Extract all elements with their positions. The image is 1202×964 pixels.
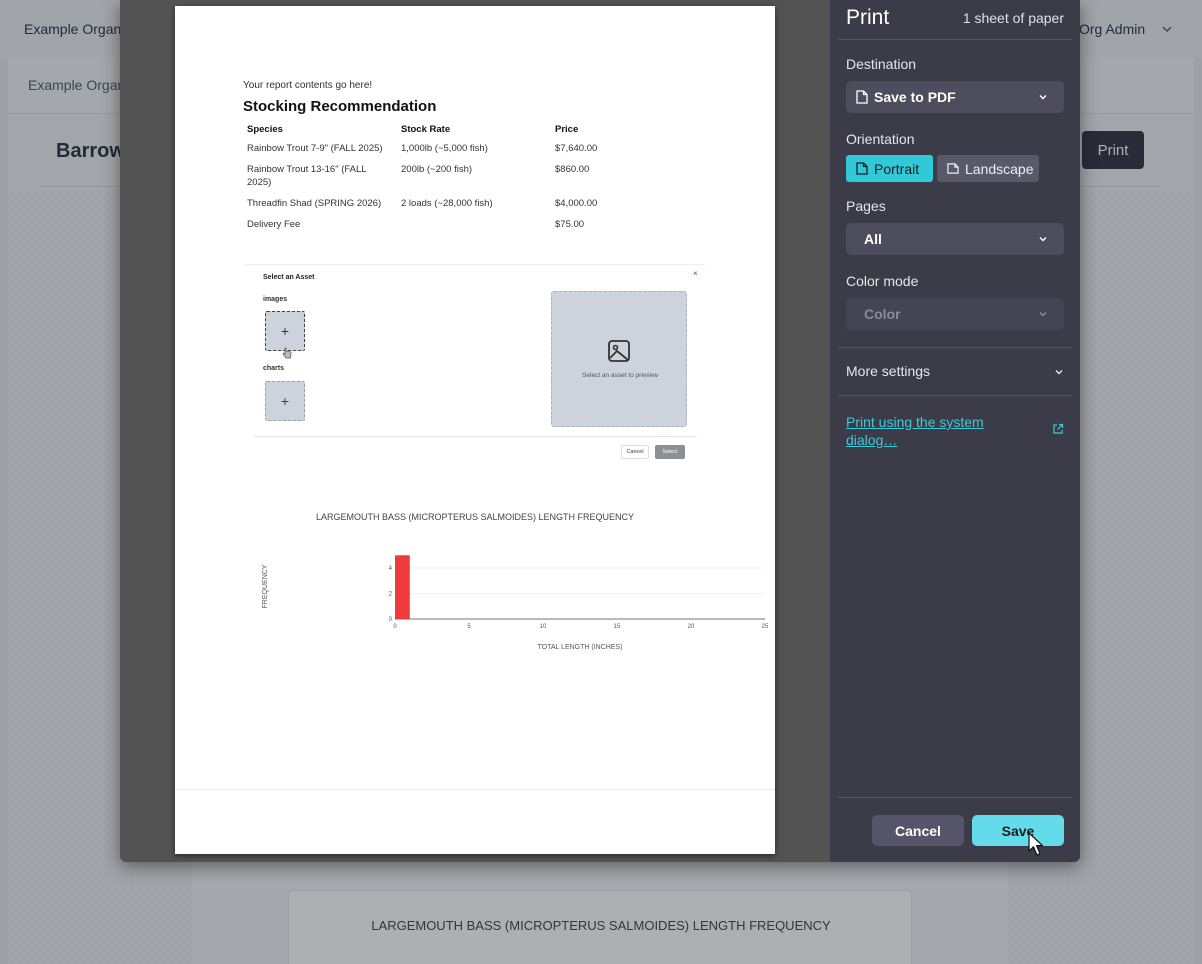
preview-page: Your report contents go here! Stocking R… bbox=[175, 6, 775, 854]
close-icon: × bbox=[693, 269, 698, 278]
table-header-row: Species Stock Rate Price bbox=[243, 124, 703, 142]
x-tick-label: 10 bbox=[540, 624, 547, 630]
system-dialog-link[interactable]: Print using the system dialog… bbox=[846, 413, 1016, 449]
stocking-table: Species Stock Rate Price Rainbow Trout 7… bbox=[243, 124, 703, 239]
cell-price: $7,640.00 bbox=[555, 143, 598, 154]
cell-species: Threadfin Shad (SPRING 2026) bbox=[247, 198, 382, 209]
asset-modal-screenshot: Select an Asset × images + charts + Sele… bbox=[245, 264, 705, 464]
length-frequency-chart: LARGEMOUTH BASS (MICROPTERUS SALMOIDES) … bbox=[245, 494, 769, 662]
add-image-button: + bbox=[265, 311, 305, 351]
pages-select[interactable]: All bbox=[846, 223, 1064, 255]
mouse-pointer-icon bbox=[1028, 832, 1044, 856]
color-mode-value: Color bbox=[864, 306, 901, 322]
report-intro: Your report contents go here! bbox=[243, 80, 373, 91]
divider bbox=[253, 436, 697, 437]
divider bbox=[838, 39, 1072, 40]
color-mode-select: Color bbox=[846, 298, 1064, 330]
chevron-down-icon bbox=[1039, 95, 1047, 100]
cell-price: $860.00 bbox=[555, 164, 590, 175]
images-label: images bbox=[263, 296, 288, 303]
plus-icon: + bbox=[280, 393, 290, 409]
cell-species: Rainbow Trout 13-16" (FALL 2025) bbox=[247, 164, 367, 188]
x-tick-label: 20 bbox=[688, 624, 695, 630]
save-button[interactable]: Save bbox=[972, 815, 1064, 846]
col-stock-rate: Stock Rate bbox=[401, 124, 451, 135]
divider bbox=[838, 395, 1072, 396]
asset-preview-box: Select an asset to preview bbox=[551, 291, 687, 427]
col-species: Species bbox=[247, 124, 283, 135]
x-tick-label: 5 bbox=[467, 624, 471, 630]
asset-select-button: Select bbox=[655, 445, 685, 459]
chevron-down-icon[interactable] bbox=[1054, 367, 1064, 377]
table-row: Threadfin Shad (SPRING 2026) 2 loads (~2… bbox=[243, 197, 703, 218]
x-tick-label: 25 bbox=[762, 624, 769, 630]
asset-modal-title: Select an Asset bbox=[263, 274, 315, 281]
cell-stock-rate bbox=[397, 218, 551, 239]
divider bbox=[175, 789, 775, 790]
x-tick-label: 15 bbox=[614, 624, 621, 630]
table-row: Rainbow Trout 13-16" (FALL 2025) 200lb (… bbox=[243, 163, 703, 197]
col-price: Price bbox=[555, 124, 579, 135]
pages-label: Pages bbox=[846, 198, 886, 214]
more-settings-toggle[interactable]: More settings bbox=[846, 363, 930, 379]
y-tick-label: 4 bbox=[389, 566, 393, 572]
asset-cancel-button: Cancel bbox=[621, 445, 649, 459]
pages-value: All bbox=[864, 231, 882, 247]
cell-price: $75.00 bbox=[555, 219, 585, 230]
report-heading: Stocking Recommendation bbox=[243, 98, 437, 115]
document-icon bbox=[947, 163, 959, 174]
x-tick-label: 0 bbox=[393, 624, 397, 630]
chart-svg: LARGEMOUTH BASS (MICROPTERUS SALMOIDES) … bbox=[262, 512, 769, 651]
document-icon bbox=[856, 90, 868, 104]
print-dialog: Your report contents go here! Stocking R… bbox=[120, 0, 1080, 862]
table-row: Rainbow Trout 7-9" (FALL 2025) 1,000lb (… bbox=[243, 142, 703, 163]
image-icon bbox=[608, 340, 630, 362]
cell-stock-rate: 200lb (~200 fish) bbox=[401, 164, 473, 175]
divider bbox=[838, 347, 1072, 348]
x-axis-label: TOTAL LENGTH (INCHES) bbox=[537, 644, 622, 651]
cell-stock-rate: 2 loads (~28,000 fish) bbox=[401, 198, 493, 209]
print-settings-panel: Print 1 sheet of paper Destination Save … bbox=[830, 0, 1080, 862]
charts-label: charts bbox=[263, 365, 285, 372]
y-axis-label: FREQUENCY bbox=[262, 564, 269, 608]
hand-cursor-icon bbox=[282, 347, 292, 359]
chart-title: LARGEMOUTH BASS (MICROPTERUS SALMOIDES) … bbox=[316, 512, 634, 522]
y-tick-label: 0 bbox=[389, 617, 393, 623]
cell-species: Rainbow Trout 7-9" (FALL 2025) bbox=[247, 143, 383, 154]
preview-hint: Select an asset to preview bbox=[582, 372, 658, 379]
orientation-label: Orientation bbox=[846, 131, 915, 147]
bar bbox=[395, 555, 410, 619]
add-chart-button: + bbox=[265, 381, 305, 421]
plus-icon: + bbox=[280, 323, 290, 339]
destination-label: Destination bbox=[846, 56, 917, 72]
destination-select[interactable]: Save to PDF bbox=[846, 81, 1064, 113]
document-icon bbox=[856, 162, 868, 175]
portrait-button[interactable]: Portrait bbox=[846, 155, 933, 182]
cancel-button[interactable]: Cancel bbox=[872, 815, 964, 846]
cell-stock-rate: 1,000lb (~5,000 fish) bbox=[401, 143, 488, 154]
chevron-down-icon bbox=[1039, 312, 1047, 317]
landscape-label: Landscape bbox=[965, 160, 1034, 177]
cell-species: Delivery Fee bbox=[247, 219, 301, 230]
divider bbox=[838, 797, 1072, 798]
print-title: Print bbox=[846, 6, 890, 29]
chevron-down-icon bbox=[1039, 237, 1047, 242]
color-mode-label: Color mode bbox=[846, 273, 919, 289]
cell-price: $4,000.00 bbox=[555, 198, 598, 209]
destination-value: Save to PDF bbox=[874, 89, 956, 105]
sheet-count: 1 sheet of paper bbox=[962, 10, 1064, 26]
portrait-label: Portrait bbox=[874, 160, 920, 177]
y-tick-label: 2 bbox=[389, 592, 393, 598]
print-preview: Your report contents go here! Stocking R… bbox=[120, 0, 830, 862]
external-link-icon[interactable] bbox=[1052, 423, 1064, 435]
table-row: Delivery Fee $75.00 bbox=[243, 218, 703, 239]
landscape-button[interactable]: Landscape bbox=[937, 155, 1039, 182]
